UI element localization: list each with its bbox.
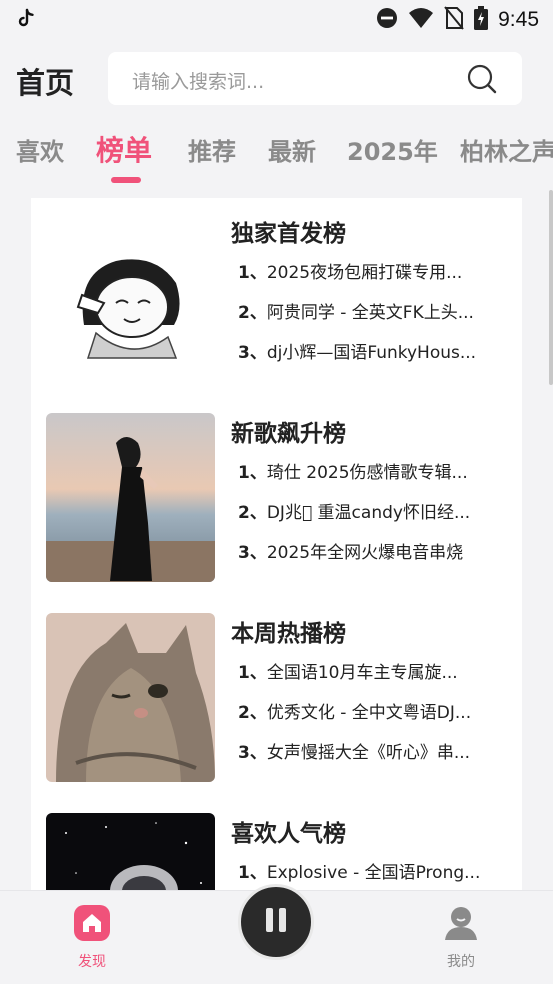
song-title: 全国语10月车主专属旋... [266, 663, 458, 683]
song-title: DJ兆  重温candy怀旧经... [266, 503, 471, 523]
tab-2025[interactable]: 2025年 [347, 132, 438, 167]
song-title: dj小辉—国语FunkyHous... [266, 343, 477, 363]
chart-song[interactable]: 3、女声慢摇大全《听心》串... [238, 738, 470, 763]
category-tabs: 喜欢 榜单 推荐 最新 2025年 柏林之声 [0, 124, 553, 190]
scrollbar[interactable] [549, 190, 553, 385]
tab-berlin-sound[interactable]: 柏林之声 [460, 132, 553, 167]
song-title: 2025夜场包厢打碟专用... [266, 263, 463, 283]
song-rank: 1、 [238, 663, 267, 683]
nav-discover-label: 发现 [78, 954, 106, 970]
chart-cover-image[interactable] [46, 213, 215, 382]
song-rank: 3、 [238, 743, 267, 763]
song-title: 优秀文化 - 全中文粤语DJ... [266, 703, 472, 723]
chart-item-exclusive[interactable]: 独家首发榜 1、2025夜场包厢打碟专用... 2、阿贵同学 - 全英文FK上头… [31, 198, 522, 382]
chart-item-popular[interactable]: 喜欢人气榜 1、Explosive - 全国语Prong... [31, 798, 522, 898]
song-rank: 1、 [238, 463, 267, 483]
home-icon [74, 905, 110, 945]
active-tab-indicator [111, 177, 141, 183]
song-rank: 1、 [238, 863, 267, 883]
pause-icon [261, 905, 291, 939]
song-rank: 2、 [238, 303, 267, 323]
pause-button[interactable] [238, 884, 314, 960]
chart-song[interactable]: 2、DJ兆  重温candy怀旧经... [238, 498, 470, 523]
song-rank: 2、 [238, 703, 267, 723]
chart-cover-image[interactable] [46, 613, 215, 782]
chart-title: 喜欢人气榜 [231, 821, 346, 847]
tab-recommended[interactable]: 推荐 [188, 132, 236, 167]
chart-item-rising[interactable]: 新歌飙升榜 1、琦仕 2025伤感情歌专辑... 2、DJ兆  重温candy怀… [31, 398, 522, 582]
wifi-icon [408, 7, 434, 33]
song-title: Explosive - 全国语Prong... [266, 863, 481, 883]
song-rank: 2、 [238, 503, 267, 523]
search-input[interactable]: 请输入搜索词... [108, 52, 522, 105]
song-title: 2025年全网火爆电音串烧 [266, 543, 464, 563]
user-icon [443, 907, 479, 945]
chart-cover-image[interactable] [46, 413, 215, 582]
song-rank: 1、 [238, 263, 267, 283]
chart-title: 新歌飙升榜 [231, 421, 346, 447]
tab-latest[interactable]: 最新 [268, 132, 316, 167]
song-rank: 3、 [238, 543, 267, 563]
no-sim-icon [444, 6, 464, 34]
chart-song[interactable]: 3、dj小辉—国语FunkyHous... [238, 338, 476, 363]
chart-title: 本周热播榜 [231, 621, 346, 647]
song-title: 阿贵同学 - 全英文FK上头... [266, 303, 474, 323]
chart-list: 独家首发榜 1、2025夜场包厢打碟专用... 2、阿贵同学 - 全英文FK上头… [31, 198, 522, 898]
chart-song[interactable]: 2、阿贵同学 - 全英文FK上头... [238, 298, 474, 323]
chart-song[interactable]: 3、2025年全网火爆电音串烧 [238, 538, 463, 563]
page-title: 首页 [16, 66, 75, 100]
song-title: 女声慢摇大全《听心》串... [266, 743, 471, 763]
nav-discover[interactable]: 发现 [57, 905, 127, 971]
nav-mine[interactable]: 我的 [426, 905, 496, 971]
chart-song[interactable]: 1、全国语10月车主专属旋... [238, 658, 458, 683]
chart-item-weekly-hot[interactable]: 本周热播榜 1、全国语10月车主专属旋... 2、优秀文化 - 全中文粤语DJ.… [31, 598, 522, 782]
chart-cover-image[interactable] [46, 813, 215, 898]
tab-charts[interactable]: 榜单 [96, 129, 152, 169]
dnd-icon [376, 7, 398, 33]
tiktok-icon [14, 7, 38, 35]
search-icon[interactable] [466, 63, 498, 99]
nav-mine-label: 我的 [447, 954, 475, 970]
chart-song[interactable]: 1、琦仕 2025伤感情歌专辑... [238, 458, 468, 483]
chart-song[interactable]: 1、Explosive - 全国语Prong... [238, 858, 480, 883]
song-rank: 3、 [238, 343, 267, 363]
chart-title: 独家首发榜 [231, 221, 346, 247]
header: 首页 请输入搜索词... [0, 38, 553, 118]
battery-icon [474, 6, 489, 34]
tab-likes[interactable]: 喜欢 [16, 132, 64, 167]
search-placeholder: 请输入搜索词... [132, 71, 265, 93]
chart-song[interactable]: 1、2025夜场包厢打碟专用... [238, 258, 462, 283]
status-bar: 9:45 [0, 0, 553, 38]
status-time: 9:45 [498, 8, 539, 31]
chart-song[interactable]: 2、优秀文化 - 全中文粤语DJ... [238, 698, 471, 723]
song-title: 琦仕 2025伤感情歌专辑... [266, 463, 468, 483]
